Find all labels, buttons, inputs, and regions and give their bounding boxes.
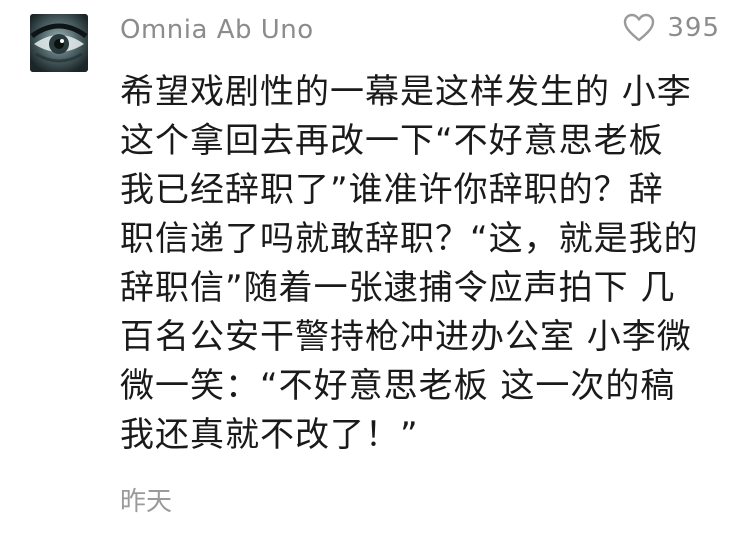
comment-line: 职信递了吗就敢辞职？“这，就是我的 xyxy=(120,219,699,259)
comment-line: 这个拿回去再改一下“不好意思老板 xyxy=(120,121,664,161)
comment-text: 希望戏剧性的一幕是这样发生的 小李 这个拿回去再改一下“不好意思老板 我已经辞职… xyxy=(120,68,720,460)
comment-line: 微一笑：“不好意思老板 这一次的稿 xyxy=(120,366,676,406)
like-button[interactable]: 395 xyxy=(623,10,720,46)
comment-line: 我已经辞职了”谁准许你辞职的？辞 xyxy=(120,170,664,210)
avatar[interactable] xyxy=(30,14,88,72)
avatar-image xyxy=(30,14,88,72)
comment-line: 辞职信”随着一张逮捕令应声拍下 几 xyxy=(120,268,676,308)
like-count: 395 xyxy=(667,13,720,43)
comment-line: 我还真就不改了！” xyxy=(120,415,419,455)
comment-line: 百名公安干警持枪冲进办公室 小李微 xyxy=(120,317,692,357)
comment-item: Omnia Ab Uno 395 希望戏剧性的一幕是这样发生的 小李 这个拿回去… xyxy=(0,0,750,539)
username[interactable]: Omnia Ab Uno xyxy=(120,12,314,48)
comment-line: 希望戏剧性的一幕是这样发生的 小李 xyxy=(120,72,692,112)
timestamp: 昨天 xyxy=(120,487,173,517)
heart-outline-icon xyxy=(624,13,655,42)
